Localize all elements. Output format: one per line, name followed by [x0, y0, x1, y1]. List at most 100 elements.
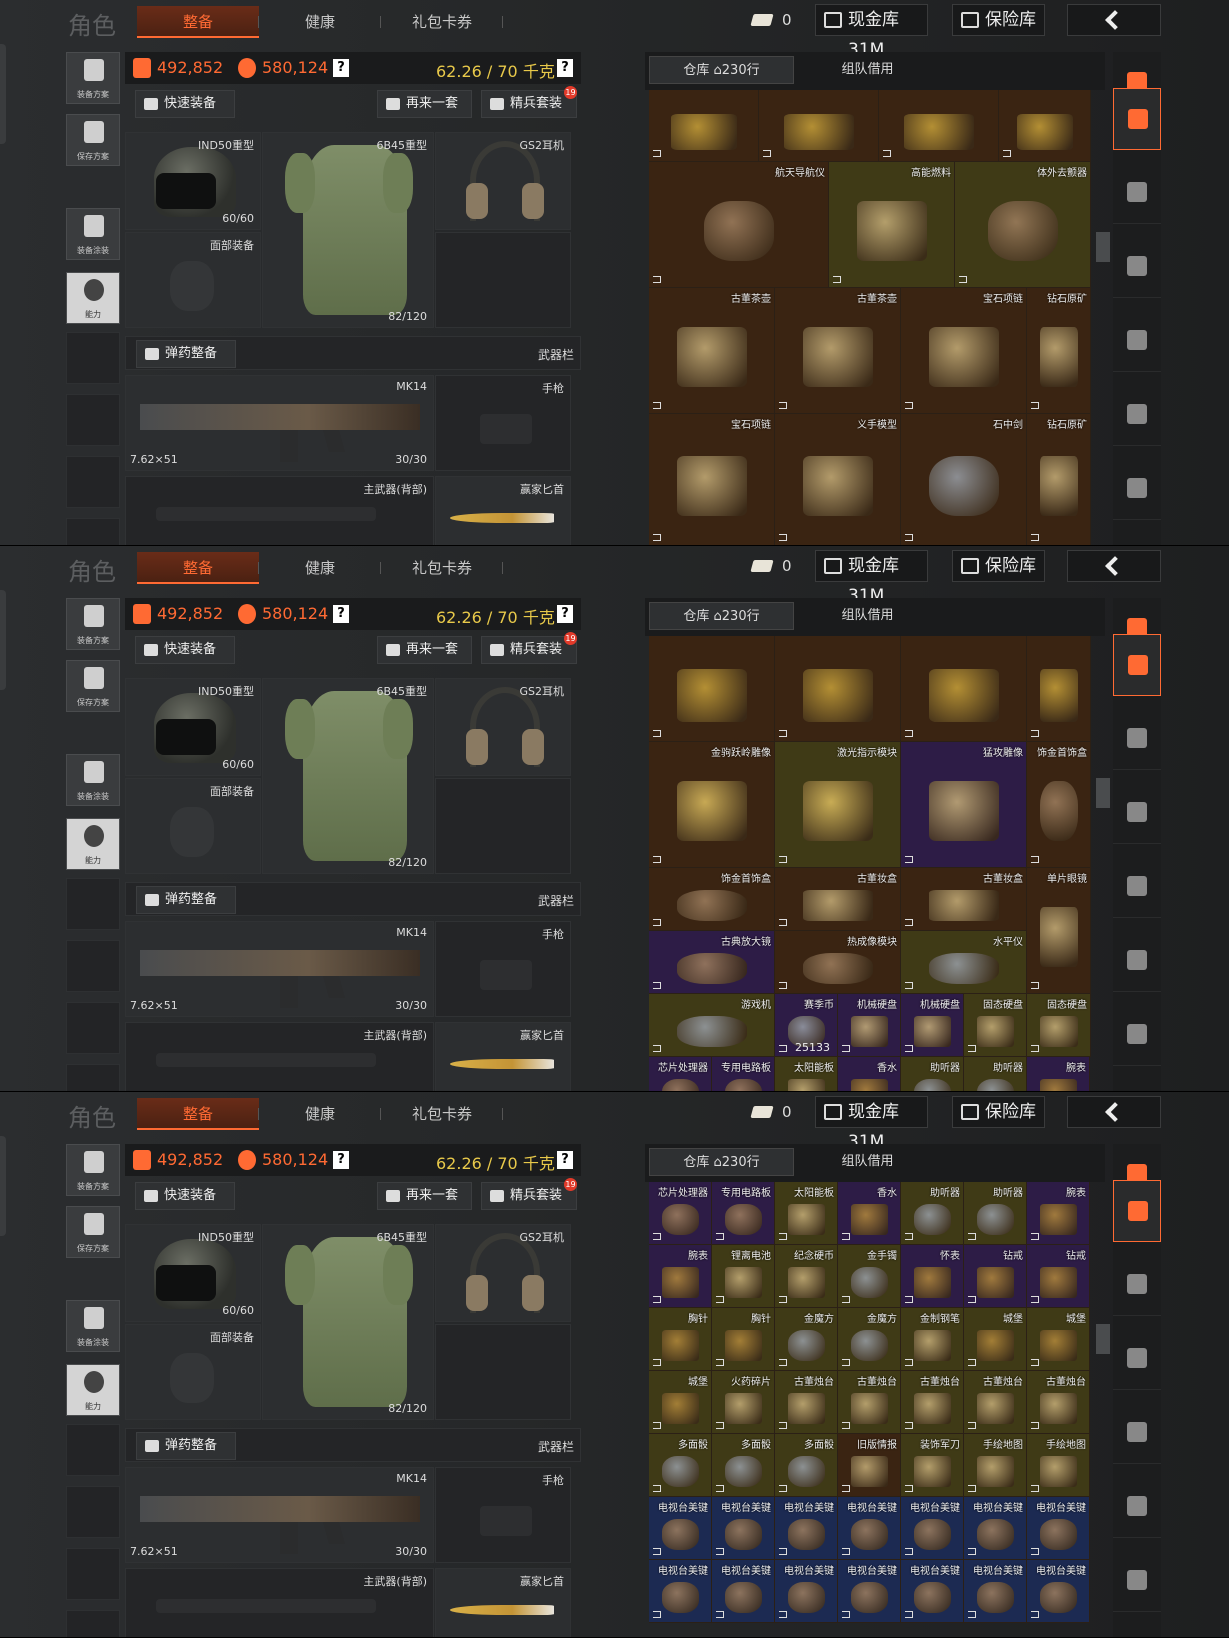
stash-item[interactable]: 电视台美键: [964, 1497, 1027, 1560]
stash-item[interactable]: 古董妆盒: [775, 868, 901, 931]
category-button[interactable]: [1113, 310, 1161, 372]
stash-item[interactable]: 旧版情报: [838, 1434, 901, 1497]
stash-item[interactable]: 金驹跃岭雕像: [649, 742, 775, 868]
stash-item[interactable]: 锂离电池: [712, 1245, 775, 1308]
melee-slot[interactable]: 赢家匕首: [435, 1022, 571, 1091]
helmet-slot[interactable]: IND50重型 60/60: [125, 132, 261, 230]
stash-item[interactable]: 机械硬盘: [901, 994, 964, 1057]
category-button[interactable]: [1113, 384, 1161, 446]
stash-item[interactable]: 电视台美键: [964, 1560, 1027, 1623]
back-weapon-slot[interactable]: 主武器(背部): [125, 1568, 434, 1637]
stash-item[interactable]: [1027, 636, 1091, 742]
stash-item[interactable]: 钻戒: [964, 1245, 1027, 1308]
stash-item[interactable]: 手绘地图: [964, 1434, 1027, 1497]
armor-slot[interactable]: 6B45重型 82/120: [262, 1224, 434, 1420]
stash-item[interactable]: 香水: [838, 1182, 901, 1245]
stash-item[interactable]: 固态硬盘: [1027, 994, 1091, 1057]
stash-item[interactable]: 古董烛台: [1027, 1371, 1090, 1434]
stash-item[interactable]: 电视台美键: [838, 1497, 901, 1560]
sidebar-loadout-plan-button[interactable]: 装备方案: [66, 598, 120, 650]
face-slot[interactable]: 面部装备: [125, 232, 261, 328]
back-button[interactable]: [1067, 4, 1161, 36]
stash-item[interactable]: 电视台美键: [775, 1497, 838, 1560]
edge-handle[interactable]: [0, 590, 6, 690]
category-button[interactable]: [1113, 1004, 1161, 1066]
armor-slot[interactable]: 6B45重型 82/120: [262, 678, 434, 874]
stash-item[interactable]: 古董茶壶: [775, 288, 901, 414]
stash-item[interactable]: 城堡: [1027, 1308, 1090, 1371]
help-icon[interactable]: ?: [333, 605, 349, 623]
stash-item[interactable]: 猛攻雕像: [901, 742, 1027, 868]
safe-vault-button[interactable]: 保险库: [952, 1096, 1045, 1128]
stash-item[interactable]: 专用电路板: [712, 1182, 775, 1245]
melee-slot[interactable]: 赢家匕首: [435, 476, 571, 545]
stash-item[interactable]: 太阳能板: [775, 1182, 838, 1245]
sidebar-equipment-skin-button[interactable]: 装备涂装: [66, 1300, 120, 1352]
tab-loadout[interactable]: 整备: [137, 1098, 259, 1130]
another-set-button[interactable]: 再来一套: [377, 636, 472, 664]
sidebar-loadout-plan-button[interactable]: 装备方案: [66, 52, 120, 104]
stash-item[interactable]: 义手模型: [775, 414, 901, 545]
tab-health[interactable]: 健康: [259, 6, 381, 38]
sidebar-ability-button[interactable]: 能力: [66, 1364, 120, 1416]
headset-slot[interactable]: GS2耳机: [435, 1224, 571, 1322]
back-weapon-slot[interactable]: 主武器(背部): [125, 1022, 434, 1091]
face-slot[interactable]: 面部装备: [125, 1324, 261, 1420]
stash-item[interactable]: 饰金首饰盒: [649, 868, 775, 931]
category-button[interactable]: [1113, 162, 1161, 224]
stash-item[interactable]: [901, 636, 1027, 742]
stash-scrollbar[interactable]: [1096, 1324, 1110, 1354]
headset-slot[interactable]: GS2耳机: [435, 678, 571, 776]
category-button[interactable]: [1113, 1476, 1161, 1538]
armor-slot[interactable]: 6B45重型 82/120: [262, 132, 434, 328]
stash-item[interactable]: 手绘地图: [1027, 1434, 1090, 1497]
stash-item[interactable]: 助听器: [901, 1057, 964, 1091]
tab-team-borrow[interactable]: 组队借用: [795, 1148, 940, 1176]
stash-item[interactable]: 固态硬盘: [964, 994, 1027, 1057]
weight-help-icon[interactable]: ?: [557, 1151, 573, 1169]
stash-item[interactable]: 助听器: [901, 1182, 964, 1245]
stash-item[interactable]: 宝石项链: [901, 288, 1027, 414]
stash-item[interactable]: 钻戒: [1027, 1245, 1090, 1308]
sidebar-loadout-plan-button[interactable]: 装备方案: [66, 1144, 120, 1196]
stash-scrollbar[interactable]: [1096, 778, 1110, 808]
stash-item[interactable]: 多面骰: [775, 1434, 838, 1497]
stash-item[interactable]: 金魔方: [775, 1308, 838, 1371]
sidebar-ability-button[interactable]: 能力: [66, 818, 120, 870]
stash-item[interactable]: 火药碎片: [712, 1371, 775, 1434]
cash-vault-button[interactable]: 现金库 31M: [815, 1096, 928, 1152]
stash-item[interactable]: 多面骰: [712, 1434, 775, 1497]
primary-weapon-slot[interactable]: MK14 30/30 7.62×51: [125, 1467, 434, 1563]
stash-item[interactable]: [649, 636, 775, 742]
stash-item[interactable]: 古董妆盒: [901, 868, 1027, 931]
stash-item[interactable]: [649, 90, 759, 162]
primary-weapon-slot[interactable]: MK14 30/30 7.62×51: [125, 375, 434, 471]
category-button[interactable]: [1113, 236, 1161, 298]
pistol-slot[interactable]: 手枪: [435, 1467, 571, 1563]
stash-item[interactable]: 腕表: [649, 1245, 712, 1308]
empty-slot[interactable]: [435, 232, 571, 328]
stash-item[interactable]: 怀表: [901, 1245, 964, 1308]
category-button[interactable]: [1113, 1254, 1161, 1316]
elite-set-button[interactable]: 精兵套装: [481, 1182, 577, 1210]
tab-vouchers[interactable]: 礼包卡券: [381, 1098, 503, 1130]
category-button[interactable]: [1113, 1328, 1161, 1390]
stash-item[interactable]: 胸针: [712, 1308, 775, 1371]
tab-loadout[interactable]: 整备: [137, 552, 259, 584]
tab-team-borrow[interactable]: 组队借用: [795, 602, 940, 630]
empty-slot[interactable]: [435, 778, 571, 874]
category-button[interactable]: [1113, 1180, 1161, 1242]
tab-loadout[interactable]: 整备: [137, 6, 259, 38]
elite-set-button[interactable]: 精兵套装: [481, 90, 577, 118]
stash-item[interactable]: 太阳能板: [775, 1057, 838, 1091]
stash-item[interactable]: 电视台美键: [649, 1560, 712, 1623]
helmet-slot[interactable]: IND50重型 60/60: [125, 1224, 261, 1322]
stash-item[interactable]: [759, 90, 879, 162]
stash-item[interactable]: 电视台美键: [901, 1497, 964, 1560]
back-button[interactable]: [1067, 1096, 1161, 1128]
pistol-slot[interactable]: 手枪: [435, 375, 571, 471]
sidebar-equipment-skin-button[interactable]: 装备涂装: [66, 208, 120, 260]
stash-item[interactable]: 赛季币 25133: [775, 994, 838, 1057]
stash-item[interactable]: 助听器: [964, 1057, 1027, 1091]
tab-team-borrow[interactable]: 组队借用: [795, 56, 940, 84]
